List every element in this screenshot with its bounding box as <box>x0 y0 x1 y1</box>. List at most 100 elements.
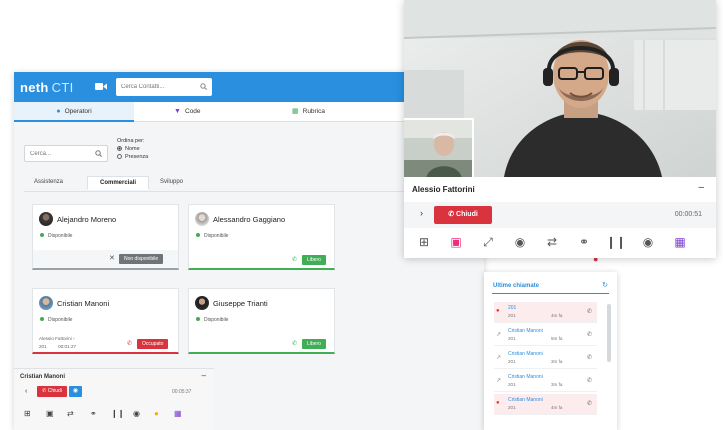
pause-icon[interactable]: ❙❙ <box>111 408 124 420</box>
video-camera-icon[interactable] <box>95 82 107 91</box>
busy-button[interactable]: Occupato <box>137 339 169 349</box>
video-call-window: Alessio Fattorini – › ✆ Chiudi 00:00:51 … <box>404 0 716 258</box>
recent-call-row[interactable]: ↗ Cristian Manoni 201 3m fa ✆ <box>494 348 597 369</box>
minimize-icon[interactable]: – <box>202 371 206 380</box>
order-option-name[interactable]: Nome <box>117 146 140 152</box>
recent-calls-scrollbar[interactable] <box>607 304 611 362</box>
operator-card[interactable]: Cristian Manoni Disponibile Alessio Fatt… <box>32 288 179 354</box>
group-tab-assistance[interactable]: Assistenza <box>34 179 63 185</box>
operator-name: Alessandro Gaggiano <box>213 215 286 224</box>
transfer-icon[interactable]: ⇄ <box>67 408 74 420</box>
radio-selected-icon[interactable] <box>117 146 122 151</box>
tab-operators[interactable]: ● Operatori <box>14 102 134 122</box>
park-icon[interactable]: ● <box>154 408 159 420</box>
operator-card[interactable]: Alessandro Gaggiano Disponibile ✆ Libero <box>188 204 335 270</box>
avatar <box>195 212 209 226</box>
recent-call-name[interactable]: Cristian Manoni <box>508 351 543 357</box>
eye-icon[interactable]: ◉ <box>510 232 530 252</box>
recent-call-name[interactable]: Cristian Manoni <box>508 374 543 380</box>
recent-call-name[interactable]: Cristian Manoni <box>508 328 543 334</box>
operator-card[interactable]: Alejandro Moreno Disponibile ✕ Non dispo… <box>32 204 179 270</box>
contact-search[interactable] <box>116 78 212 96</box>
call-back-icon[interactable]: ✆ <box>587 354 592 361</box>
apps-icon[interactable]: ▦ <box>174 408 182 420</box>
tab-queues-label: Code <box>184 108 201 115</box>
minimize-icon[interactable]: – <box>698 182 704 193</box>
tab-phonebook[interactable]: ▦ Rubrica <box>292 102 325 122</box>
phonebook-icon: ▦ <box>292 108 299 115</box>
recent-call-row[interactable]: ● Cristian Manoni 201 4m fa ✆ <box>494 394 597 415</box>
call-back-icon[interactable]: ✆ <box>587 331 592 338</box>
video-call-controls: ⊞ ▣ ⤢ ◉ ⇄ ⚭ ❙❙ ◉ ▦ <box>404 232 716 254</box>
microphone-icon[interactable]: ⚭ <box>574 232 594 252</box>
operator-filter[interactable] <box>24 145 108 162</box>
call-back-icon[interactable]: ✆ <box>587 400 592 407</box>
hangup-button[interactable]: ✆ Chiudi <box>37 386 67 397</box>
operator-name: Giuseppe Trianti <box>213 299 268 308</box>
recent-call-name[interactable]: 201 <box>508 305 516 311</box>
camera-icon[interactable]: ▣ <box>46 408 54 420</box>
phone-icon[interactable]: ✆ <box>127 340 132 347</box>
hangup-label: Chiudi <box>456 211 478 218</box>
contact-search-input[interactable] <box>116 78 196 96</box>
close-icon[interactable]: ✕ <box>109 254 115 262</box>
camera-icon[interactable]: ▣ <box>446 232 466 252</box>
free-button[interactable]: Libero <box>302 339 326 349</box>
outgoing-call-icon: ↗ <box>496 332 502 338</box>
tab-queues[interactable]: ▼ Code <box>174 102 200 122</box>
search-icon <box>95 150 102 157</box>
avatar <box>39 296 53 310</box>
order-option-presence[interactable]: Presenza <box>117 154 148 160</box>
hangup-label: Chiudi <box>47 388 62 394</box>
recent-call-time: 5m fa <box>551 336 563 341</box>
record-icon[interactable]: ◉ <box>638 232 658 252</box>
call-duration: 00:01:27 <box>58 344 77 349</box>
video-call-bar: › ✆ Chiudi 00:00:51 <box>404 202 716 228</box>
caller-name: Alessio Fattorini <box>412 185 475 194</box>
group-tab-sales[interactable]: Commerciali <box>87 176 149 190</box>
record-icon[interactable]: ◉ <box>133 408 140 420</box>
transfer-icon[interactable]: ⇄ <box>542 232 562 252</box>
mini-call-controls: ⊞ ▣ ⇄ ⚭ ❙❙ ◉ ● ▦ <box>14 408 214 424</box>
order-option-presence-label: Presenza <box>125 154 149 160</box>
recent-call-row[interactable]: ● 201 201 4m fa ✆ <box>494 302 597 323</box>
microphone-icon[interactable]: ⚭ <box>90 408 97 420</box>
phone-icon[interactable]: ✆ <box>292 340 297 347</box>
queue-icon: ▼ <box>174 108 181 115</box>
operator-status: Disponibile <box>40 233 72 239</box>
operator-filter-input[interactable] <box>25 146 93 161</box>
radio-empty-icon[interactable] <box>117 154 122 159</box>
operator-status: Disponibile <box>196 233 228 239</box>
operator-card[interactable]: Giuseppe Trianti Disponibile ✆ Libero <box>188 288 335 354</box>
call-back-icon[interactable]: ✆ <box>587 377 592 384</box>
refresh-icon[interactable]: ↻ <box>602 281 608 289</box>
recent-call-time: 3m fa <box>551 382 563 387</box>
divider <box>492 293 609 294</box>
recent-call-number: 201 <box>508 313 516 318</box>
free-button[interactable]: Libero <box>302 255 326 265</box>
phone-icon[interactable]: ✆ <box>292 256 297 263</box>
recent-call-row[interactable]: ↗ Cristian Manoni 201 5m fa ✆ <box>494 325 597 346</box>
recent-call-name[interactable]: Cristian Manoni <box>508 397 543 403</box>
recent-call-row[interactable]: ↗ Cristian Manoni 201 3m fa ✆ <box>494 371 597 392</box>
recent-call-number: 201 <box>508 405 516 410</box>
fullscreen-icon[interactable]: ⤢ <box>478 232 498 252</box>
unavailable-button[interactable]: Non disponibile <box>119 254 164 264</box>
record-button[interactable]: ◉ <box>69 386 82 397</box>
hangup-button[interactable]: ✆ Chiudi <box>434 206 492 224</box>
apps-icon[interactable]: ▦ <box>670 232 690 252</box>
recent-calls-panel: Ultime chiamate ↻ ● 201 201 4m fa ✆ ↗ Cr… <box>484 272 617 430</box>
call-back-icon[interactable]: ✆ <box>587 308 592 315</box>
operator-status-text: Disponibile <box>204 233 229 239</box>
group-tab-development[interactable]: Sviluppo <box>160 179 183 185</box>
keypad-icon[interactable]: ⊞ <box>24 408 31 420</box>
pause-icon[interactable]: ❙❙ <box>606 232 626 252</box>
status-dot-icon <box>40 233 44 237</box>
video-call-timer: 00:00:51 <box>674 211 702 218</box>
chevron-right-icon[interactable]: › <box>420 208 423 218</box>
operator-status: Disponibile <box>40 317 72 323</box>
keypad-icon[interactable]: ⊞ <box>414 232 434 252</box>
chevron-left-icon[interactable]: ‹ <box>25 388 27 395</box>
tab-phonebook-label: Rubrica <box>302 108 326 115</box>
local-video-preview[interactable] <box>404 118 474 177</box>
